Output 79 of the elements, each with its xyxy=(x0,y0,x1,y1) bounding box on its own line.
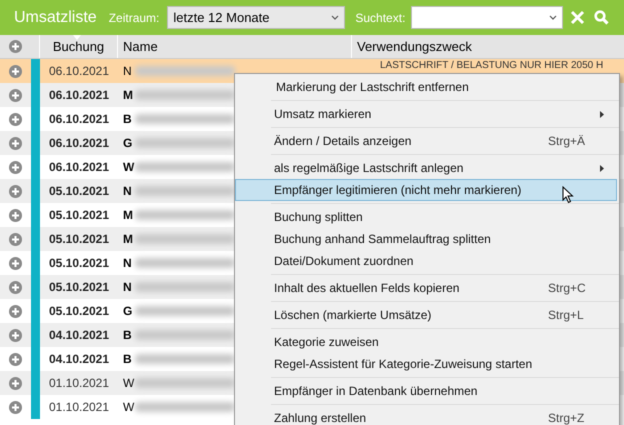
date-cell-text: 06.10.2021 xyxy=(48,63,110,80)
menu-item[interactable]: Kategorie zuweisen xyxy=(235,331,617,353)
date-cell-text: 06.10.2021 xyxy=(48,111,110,128)
date-cell-text: 01.10.2021 xyxy=(48,375,110,392)
name-cell-text: B xyxy=(123,327,133,344)
column-header[interactable]: Name xyxy=(118,35,352,58)
date-cell-text: 05.10.2021 xyxy=(48,279,110,296)
expand-icon[interactable] xyxy=(9,304,22,318)
menu-item[interactable]: Regel-Assistent für Kategorie-Zuweisung starten xyxy=(235,353,617,375)
expand-icon[interactable] xyxy=(9,280,22,294)
column-header[interactable]: Buchung xyxy=(40,35,118,58)
menu-item[interactable]: Zahlung erstellen Strg+Z xyxy=(235,407,617,425)
search-label: Suchtext: xyxy=(355,10,406,26)
menu-item[interactable]: Empfänger in Datenbank übernehmen xyxy=(235,380,617,402)
expand-icon[interactable] xyxy=(9,40,22,53)
expand-icon[interactable] xyxy=(9,376,22,390)
menu-item[interactable]: Ändern / Details anzeigen Strg+Ä xyxy=(235,130,617,152)
expand-icon[interactable] xyxy=(9,88,22,102)
status-bar xyxy=(31,59,40,83)
toolbar-title: Umsatzliste xyxy=(14,8,97,28)
expand-icon[interactable] xyxy=(9,184,22,198)
expand-icon[interactable] xyxy=(9,352,22,366)
name-cell-text: N xyxy=(123,255,133,272)
menu-item[interactable]: Buchung splitten xyxy=(235,206,617,228)
column-header[interactable]: Verwendungszweck xyxy=(352,35,624,58)
chevron-down-icon xyxy=(331,15,340,20)
name-cell-text: N xyxy=(123,183,133,200)
date-cell-text: 05.10.2021 xyxy=(48,303,110,320)
date-cell-text: 06.10.2021 xyxy=(48,135,110,152)
expand-icon[interactable] xyxy=(9,64,22,78)
menu-item[interactable]: Datei/Dokument zuordnen xyxy=(235,250,617,272)
date-cell-text: 06.10.2021 xyxy=(48,87,110,104)
name-cell-text: M xyxy=(123,207,133,224)
name-cell-text: M xyxy=(123,231,133,248)
expand-icon[interactable] xyxy=(9,256,22,270)
date-cell-text: 06.10.2021 xyxy=(48,159,110,176)
period-dropdown[interactable]: letzte 12 Monate xyxy=(167,6,346,29)
menu-item[interactable]: Löschen (markierte Umsätze) Strg+L xyxy=(235,304,617,326)
name-cell-text: W xyxy=(123,375,133,392)
menu-item[interactable]: als regelmäßige Lastschrift anlegen xyxy=(235,157,617,179)
date-cell-text: 04.10.2021 xyxy=(48,351,110,368)
close-icon[interactable] xyxy=(570,10,586,25)
menu-item[interactable]: Inhalt des aktuellen Felds kopieren Strg+C xyxy=(235,277,617,299)
status-bar xyxy=(31,395,40,419)
expand-icon[interactable] xyxy=(9,160,22,174)
name-cell-text: M xyxy=(123,87,133,104)
shortcut-label: Strg+L xyxy=(548,307,585,324)
menu-item[interactable]: Umsatz markieren xyxy=(235,103,617,125)
name-cell-text: N xyxy=(123,279,133,296)
expand-icon[interactable] xyxy=(9,232,22,246)
date-cell-text: 01.10.2021 xyxy=(48,399,110,416)
date-cell-text: 05.10.2021 xyxy=(48,207,110,224)
menu-item[interactable]: Buchung anhand Sammelauftrag splitten xyxy=(235,228,617,250)
cursor-icon xyxy=(562,186,574,204)
date-cell-text: 05.10.2021 xyxy=(48,255,110,272)
name-cell-text: G xyxy=(123,135,133,152)
chevron-down-icon xyxy=(549,15,558,20)
date-cell-text: 05.10.2021 xyxy=(48,231,110,248)
expand-icon[interactable] xyxy=(9,208,22,222)
expand-icon[interactable] xyxy=(9,328,22,342)
name-cell-text: G xyxy=(123,303,133,320)
period-label: Zeitraum: xyxy=(108,10,160,26)
date-cell-text: 04.10.2021 xyxy=(48,327,110,344)
name-cell-text: B xyxy=(123,111,133,128)
name-cell-text: W xyxy=(123,159,133,176)
search-field[interactable] xyxy=(411,6,564,29)
shortcut-label: Strg+Ä xyxy=(548,133,586,150)
purpose-cell-text: LASTSCHRIFT / BELASTUNG NUR HIER 2050 H xyxy=(379,60,604,71)
shortcut-label: Strg+Z xyxy=(548,410,586,425)
menu-item[interactable]: Empfänger legitimieren (nicht mehr markieren) xyxy=(235,179,617,201)
name-cell-text: B xyxy=(123,351,133,368)
date-cell-text: 05.10.2021 xyxy=(48,183,110,200)
name-cell-text: N xyxy=(123,63,133,80)
expand-icon[interactable] xyxy=(9,112,22,126)
search-icon[interactable] xyxy=(594,10,610,25)
expand-icon[interactable] xyxy=(9,136,22,150)
expand-icon[interactable] xyxy=(9,400,22,414)
shortcut-label: Strg+C xyxy=(548,280,587,297)
name-cell-text: W xyxy=(123,399,133,416)
